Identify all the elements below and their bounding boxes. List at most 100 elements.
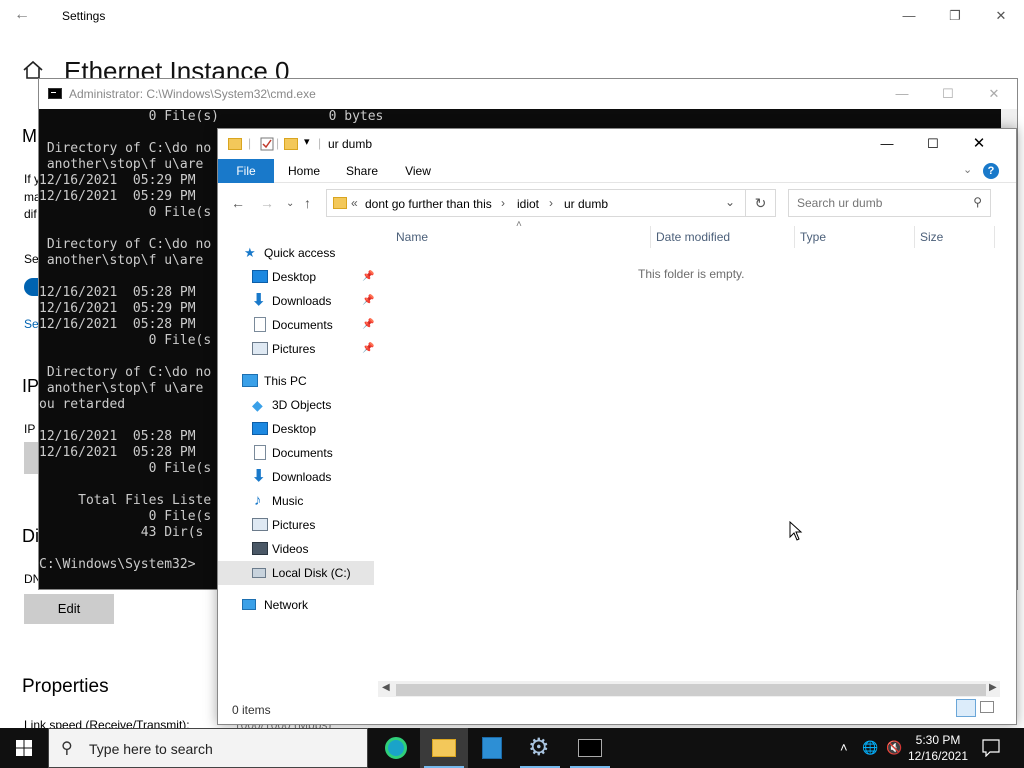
scroll-left-icon[interactable]: ◀ bbox=[382, 682, 390, 693]
column-size[interactable]: Size bbox=[920, 230, 943, 244]
edit-button[interactable]: Edit bbox=[24, 594, 114, 624]
breadcrumb-overflow[interactable]: « bbox=[351, 196, 358, 210]
console-icon bbox=[578, 739, 602, 757]
nav-label: Music bbox=[272, 494, 304, 508]
nav-pc-videos[interactable]: Videos bbox=[252, 537, 374, 561]
computer-icon bbox=[242, 374, 258, 387]
nav-local-disk[interactable]: Local Disk (C:) bbox=[218, 561, 374, 585]
horizontal-scroll-thumb[interactable] bbox=[396, 684, 986, 696]
nav-qa-desktop[interactable]: Desktop 📌 bbox=[252, 265, 374, 289]
server-manager-taskbar-icon[interactable] bbox=[468, 728, 516, 768]
address-folder-icon bbox=[333, 197, 347, 209]
nav-this-pc[interactable]: This PC bbox=[242, 369, 374, 393]
help-icon[interactable]: ? bbox=[983, 163, 999, 179]
cmd-maximize-button[interactable]: ☐ bbox=[925, 78, 971, 110]
column-date-modified[interactable]: Date modified bbox=[656, 230, 730, 244]
nav-network[interactable]: Network bbox=[242, 593, 374, 617]
details-view-icon[interactable] bbox=[956, 699, 976, 717]
address-bar[interactable]: « dont go further than this › idiot › ur… bbox=[326, 189, 746, 217]
column-type[interactable]: Type bbox=[800, 230, 826, 244]
start-button[interactable] bbox=[0, 728, 48, 768]
recent-locations-icon[interactable]: ⌄ bbox=[286, 198, 294, 209]
large-icons-view-icon[interactable] bbox=[980, 701, 994, 713]
nav-pc-documents[interactable]: Documents bbox=[252, 441, 374, 465]
address-dropdown-icon[interactable]: ⌄ bbox=[725, 195, 735, 209]
breadcrumb-item[interactable]: ur dumb bbox=[564, 197, 608, 211]
up-icon[interactable]: ↑ bbox=[304, 195, 311, 211]
nav-quick-access[interactable]: ★ Quick access bbox=[244, 241, 374, 265]
properties-icon[interactable] bbox=[260, 137, 274, 151]
settings-fragment-link[interactable]: Se bbox=[24, 317, 39, 331]
search-input[interactable] bbox=[797, 196, 957, 210]
cube-icon: ◆ bbox=[252, 397, 263, 413]
cmd-taskbar-icon[interactable] bbox=[566, 728, 614, 768]
search-icon: ⚲ bbox=[61, 740, 73, 757]
search-icon[interactable]: ⚲ bbox=[973, 195, 982, 209]
taskbar-clock[interactable]: 5:30 PM 12/16/2021 bbox=[906, 732, 970, 764]
refresh-button[interactable]: ↻ bbox=[746, 189, 776, 217]
toolbar-separator-3: | bbox=[318, 136, 322, 150]
nav-pc-music[interactable]: ♪ Music bbox=[252, 489, 374, 513]
breadcrumb-chevron-icon[interactable]: › bbox=[501, 196, 505, 210]
settings-close-button[interactable]: ✕ bbox=[978, 0, 1024, 32]
volume-muted-icon[interactable]: 🔇 bbox=[886, 740, 902, 756]
settings-minimize-button[interactable]: — bbox=[886, 0, 932, 32]
nav-qa-pictures[interactable]: Pictures 📌 bbox=[252, 337, 374, 361]
star-icon: ★ bbox=[244, 245, 256, 260]
settings-fragment-text-4: Se bbox=[24, 252, 39, 266]
cmd-title: Administrator: C:\Windows\System32\cmd.e… bbox=[69, 87, 316, 101]
tab-share[interactable]: Share bbox=[342, 159, 382, 183]
expand-ribbon-icon[interactable]: ⌄ bbox=[963, 163, 972, 176]
explorer-close-button[interactable]: ✕ bbox=[956, 128, 1002, 160]
home-icon[interactable] bbox=[22, 60, 44, 80]
column-divider[interactable] bbox=[994, 226, 995, 248]
server-icon bbox=[482, 737, 502, 759]
back-arrow-icon[interactable]: ← bbox=[14, 6, 30, 24]
breadcrumb-item[interactable]: dont go further than this bbox=[365, 197, 492, 211]
nav-pc-pictures[interactable]: Pictures bbox=[252, 513, 374, 537]
search-box[interactable]: ⚲ bbox=[788, 189, 991, 217]
nav-pc-desktop[interactable]: Desktop bbox=[252, 417, 374, 441]
cmd-app-icon bbox=[48, 88, 62, 99]
action-center-icon[interactable] bbox=[982, 739, 1000, 757]
explorer-minimize-button[interactable]: — bbox=[864, 128, 910, 160]
customize-toolbar-icon[interactable]: ▾ bbox=[304, 135, 310, 148]
tab-file[interactable]: File bbox=[218, 159, 274, 183]
nav-qa-documents[interactable]: Documents 📌 bbox=[252, 313, 374, 337]
nav-3d-objects[interactable]: ◆ 3D Objects bbox=[252, 393, 374, 417]
column-name[interactable]: Name bbox=[396, 230, 428, 244]
cmd-titlebar[interactable]: Administrator: C:\Windows\System32\cmd.e… bbox=[39, 79, 1017, 109]
breadcrumb-chevron-icon[interactable]: › bbox=[549, 196, 553, 210]
properties-heading: Properties bbox=[22, 676, 109, 697]
tab-home[interactable]: Home bbox=[284, 159, 324, 183]
forward-icon[interactable]: → bbox=[260, 195, 274, 211]
nav-pc-downloads[interactable]: ⬇ Downloads bbox=[252, 465, 374, 489]
cmd-minimize-button[interactable]: — bbox=[879, 78, 925, 110]
nav-qa-downloads[interactable]: ⬇ Downloads 📌 bbox=[252, 289, 374, 313]
taskbar-search[interactable]: ⚲ Type here to search bbox=[48, 728, 368, 768]
network-globe-icon[interactable]: 🌐 bbox=[862, 740, 878, 756]
file-explorer-taskbar-icon[interactable] bbox=[420, 728, 468, 768]
nav-label: Network bbox=[264, 598, 309, 612]
settings-fragment-heading-1: M bbox=[22, 126, 37, 146]
cmd-close-button[interactable]: ✕ bbox=[971, 78, 1017, 110]
nav-label: Desktop bbox=[272, 270, 317, 284]
clock-time: 5:30 PM bbox=[915, 733, 961, 747]
scroll-right-icon[interactable]: ▶ bbox=[989, 682, 997, 693]
explorer-titlebar[interactable]: | | ▾ | ur dumb — ☐ ✕ bbox=[218, 129, 1016, 159]
column-divider[interactable] bbox=[794, 226, 795, 248]
show-hidden-icons-icon[interactable]: ˄ bbox=[840, 740, 848, 755]
settings-restore-button[interactable]: ❐ bbox=[932, 0, 978, 32]
back-icon[interactable]: ← bbox=[231, 195, 245, 211]
settings-taskbar-icon[interactable]: ⚙ bbox=[516, 728, 564, 768]
column-divider[interactable] bbox=[650, 226, 651, 248]
breadcrumb-item[interactable]: idiot bbox=[517, 197, 539, 211]
edge-taskbar-icon[interactable] bbox=[372, 728, 420, 768]
settings-fragment-text-5: IP bbox=[24, 422, 36, 436]
taskbar: ⚲ Type here to search ⚙ ˄ 🌐 🔇 5:30 PM 12… bbox=[0, 728, 1024, 768]
network-icon bbox=[242, 599, 256, 610]
new-folder-icon[interactable] bbox=[284, 138, 298, 150]
column-divider[interactable] bbox=[914, 226, 915, 248]
explorer-maximize-button[interactable]: ☐ bbox=[910, 128, 956, 160]
tab-view[interactable]: View bbox=[398, 159, 438, 183]
